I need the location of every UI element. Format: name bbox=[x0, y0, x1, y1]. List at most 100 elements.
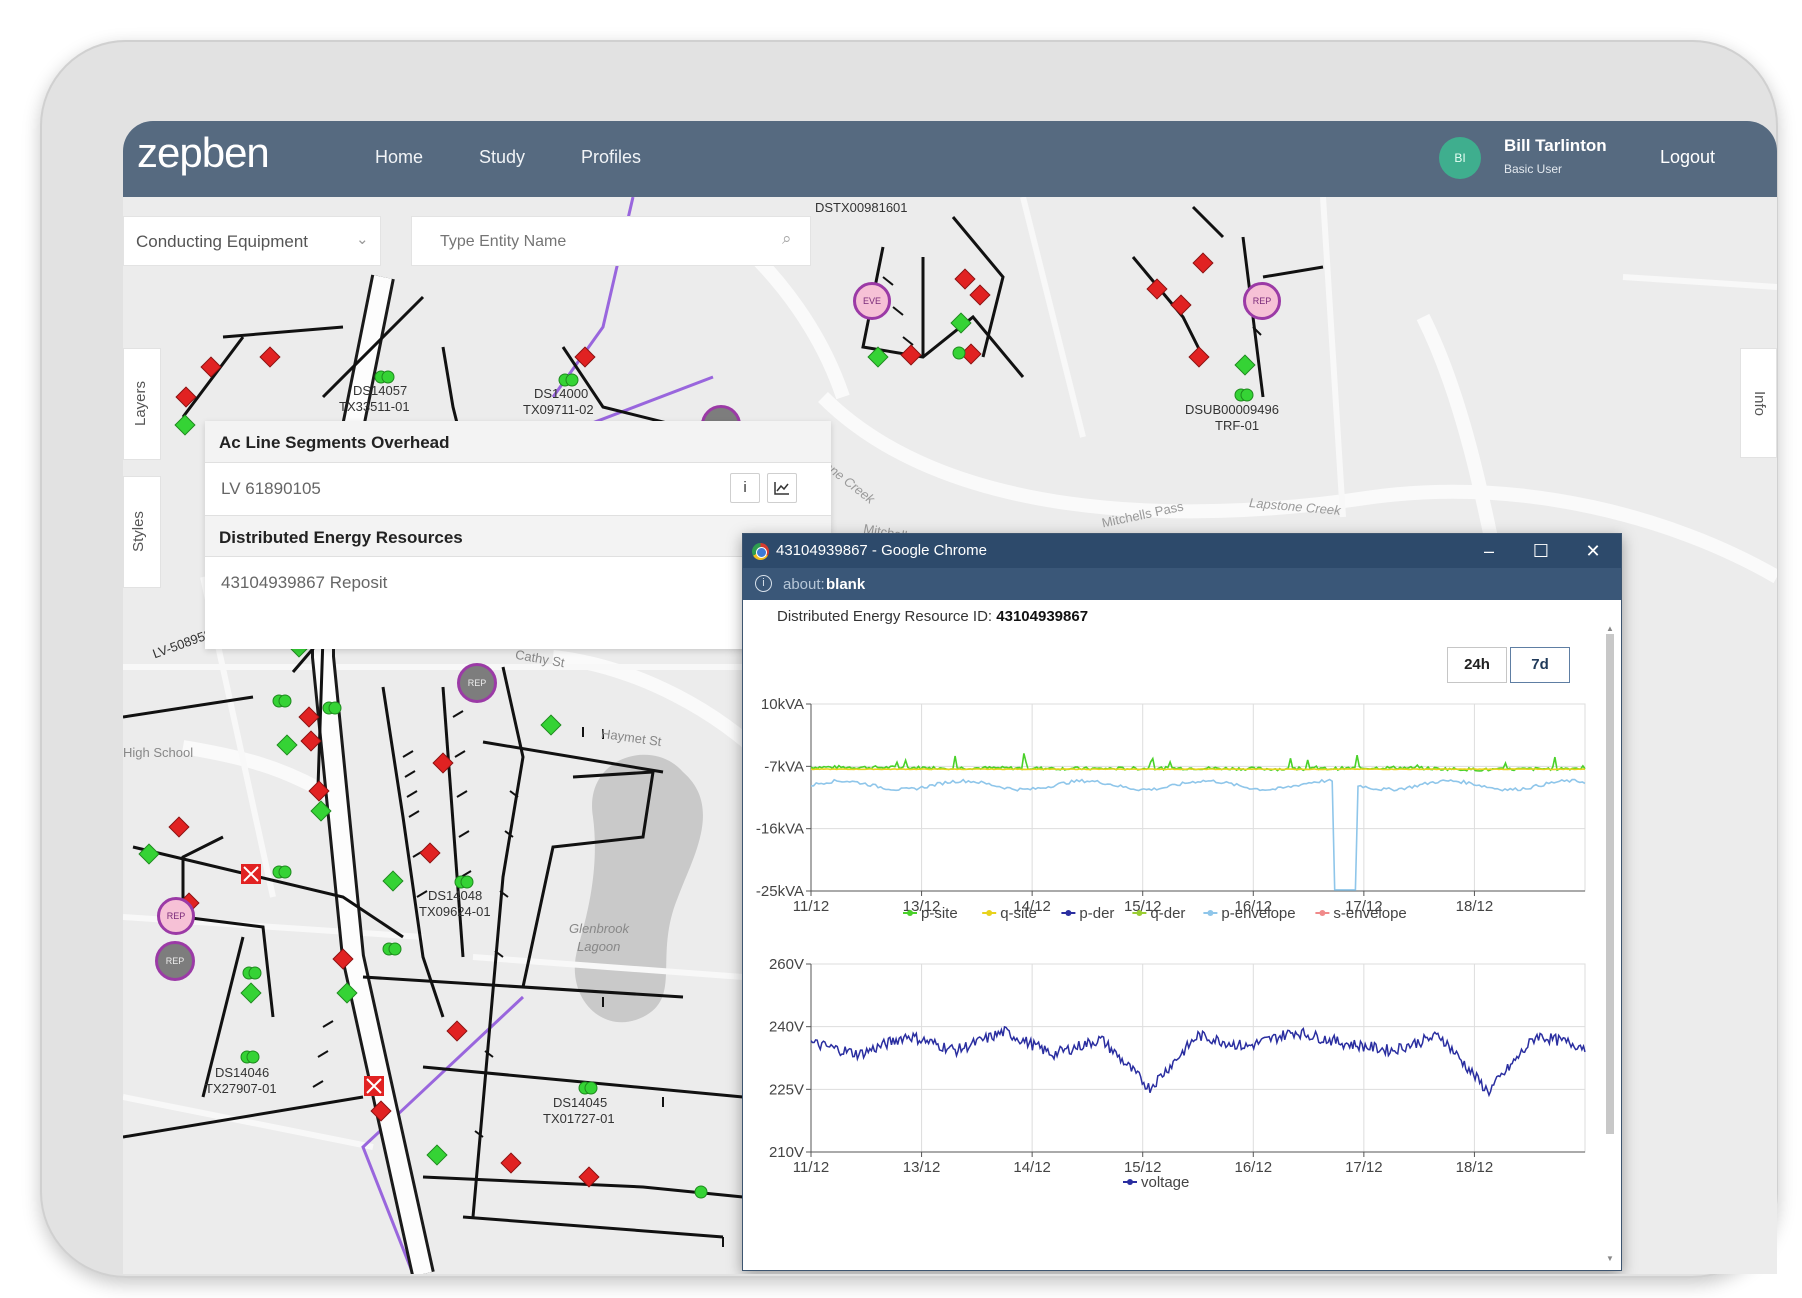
der-id-value: 43104939867 bbox=[996, 608, 1089, 625]
legend-marker bbox=[1127, 1179, 1133, 1185]
map-label: TX01727-01 bbox=[543, 1111, 615, 1126]
search-input[interactable] bbox=[440, 229, 760, 255]
scrollbar[interactable]: ▲ ▼ bbox=[1604, 624, 1616, 1266]
map-label: DS14046 bbox=[215, 1065, 270, 1080]
der-heading: Distributed Energy Resource ID: 43104939… bbox=[777, 608, 1088, 625]
rep-badge[interactable]: REP bbox=[155, 941, 195, 981]
nav-study[interactable]: Study bbox=[479, 147, 525, 168]
legend-label: q-der bbox=[1150, 905, 1185, 922]
info-button[interactable]: i bbox=[730, 473, 760, 503]
section-title: Distributed Energy Resources bbox=[219, 528, 463, 547]
close-button[interactable]: ✕ bbox=[1573, 537, 1613, 565]
map-label: DS14048 bbox=[428, 888, 483, 903]
zepben-logo[interactable]: zepben bbox=[137, 129, 270, 177]
y-tick-label: 10kVA bbox=[761, 696, 804, 713]
section-header: Distributed Energy Resources bbox=[205, 515, 831, 557]
map-label: TX09711-02 bbox=[523, 402, 594, 417]
range-24h-button[interactable]: 24h bbox=[1447, 647, 1507, 683]
legend-marker bbox=[1065, 910, 1072, 916]
legend-label: p-der bbox=[1079, 905, 1114, 922]
list-item[interactable]: 43104939867 Reposit bbox=[205, 557, 831, 607]
x-tick-label: 13/12 bbox=[903, 1159, 941, 1176]
user-name: Bill Tarlinton bbox=[1504, 136, 1607, 155]
app-screen: DSTX00981601 DS14057 TX33511-01 DS14000 … bbox=[123, 121, 1777, 1274]
map-label: TX27907-01 bbox=[205, 1081, 277, 1096]
der-id: 43104939867 Reposit bbox=[221, 573, 388, 592]
minimize-button[interactable]: – bbox=[1469, 537, 1509, 565]
map-label: Mitchells Pass bbox=[1100, 498, 1185, 531]
legend-marker bbox=[907, 910, 913, 916]
y-tick-label: -25kVA bbox=[756, 883, 804, 900]
window-title-bar[interactable]: 43104939867 - Google Chrome – ☐ ✕ bbox=[743, 534, 1621, 568]
url-page: blank bbox=[826, 576, 866, 593]
section-title: Ac Line Segments Overhead bbox=[219, 433, 450, 452]
nav-home[interactable]: Home bbox=[375, 147, 423, 168]
map-label: TRF-01 bbox=[1215, 418, 1260, 433]
map-label: DS14057 bbox=[353, 383, 408, 398]
tab-layers[interactable]: Layers bbox=[123, 348, 161, 460]
y-tick-label: 210V bbox=[769, 1144, 804, 1161]
top-navigation-bar: zepben Home Study Profiles BI Bill Tarli… bbox=[123, 121, 1777, 197]
rep-badge[interactable]: REP bbox=[1243, 282, 1281, 320]
y-tick-label: -7kVA bbox=[764, 758, 804, 775]
rep-badge[interactable]: REP bbox=[157, 897, 195, 935]
avatar[interactable]: BI bbox=[1439, 137, 1481, 179]
legend-label: p-site bbox=[921, 905, 958, 922]
list-item[interactable]: LV 61890105 i bbox=[205, 463, 831, 513]
legend-label: voltage bbox=[1141, 1174, 1189, 1191]
map-label: DSUB00009496 bbox=[1185, 402, 1279, 417]
map-label: Cathy St bbox=[514, 646, 566, 671]
section-header: Ac Line Segments Overhead bbox=[205, 421, 831, 463]
search-icon[interactable]: ⌕ bbox=[782, 229, 792, 249]
scrollbar-thumb[interactable] bbox=[1606, 634, 1614, 1134]
user-role: Basic User bbox=[1504, 162, 1563, 176]
q-site-series bbox=[810, 768, 1586, 771]
entity-type-value: Conducting Equipment bbox=[136, 232, 309, 251]
info-icon[interactable]: i bbox=[755, 575, 772, 592]
ev-badge[interactable]: EVE bbox=[853, 282, 891, 320]
map-label: TX33511-01 bbox=[339, 399, 410, 414]
address-bar[interactable]: i about: blank bbox=[743, 568, 1621, 600]
line-segment-id: LV 61890105 bbox=[221, 479, 321, 498]
line-chart-icon bbox=[774, 482, 789, 495]
legend-label: s-envelope bbox=[1333, 905, 1406, 922]
x-tick-label: 17/12 bbox=[1345, 1159, 1383, 1176]
y-tick-label: 225V bbox=[769, 1081, 804, 1098]
map-label: DS14045 bbox=[553, 1095, 608, 1110]
entity-type-dropdown[interactable]: Conducting Equipment ⌄ bbox=[123, 216, 381, 266]
logout-link[interactable]: Logout bbox=[1660, 147, 1715, 168]
y-tick-label: -16kVA bbox=[756, 821, 804, 838]
legend-marker bbox=[1319, 910, 1326, 916]
nav-profiles[interactable]: Profiles bbox=[581, 147, 641, 168]
x-tick-label: 16/12 bbox=[1235, 1159, 1273, 1176]
window-title: 43104939867 - Google Chrome bbox=[776, 542, 987, 559]
map-label: Haymet St bbox=[600, 725, 663, 750]
plot-area bbox=[810, 963, 1586, 1153]
tab-styles[interactable]: Styles bbox=[123, 476, 161, 588]
entity-search[interactable]: ⌕ bbox=[411, 216, 811, 266]
maximize-button[interactable]: ☐ bbox=[1521, 537, 1561, 565]
chrome-icon bbox=[752, 543, 769, 560]
tab-info-label: Info bbox=[1751, 390, 1769, 417]
rep-badge[interactable]: REP bbox=[457, 663, 497, 703]
power-chart[interactable]: 11/12 13/12 14/12 15/12 16/12 17/12 18/1210kVA… bbox=[743, 684, 1603, 944]
voltage-chart[interactable]: 11/12 13/12 14/12 15/12 16/12 17/12 18/12260V2… bbox=[743, 944, 1603, 1272]
map-label: DSTX00981601 bbox=[815, 200, 908, 215]
x-tick-label: 11/12 bbox=[793, 898, 829, 915]
x-tick-label: 11/12 bbox=[793, 1159, 829, 1176]
x-tick-label: 14/12 bbox=[1013, 1159, 1051, 1176]
x-tick-label: 18/12 bbox=[1456, 1159, 1494, 1176]
legend-marker bbox=[986, 910, 993, 916]
selection-info-panel: Ac Line Segments Overhead LV 61890105 i … bbox=[205, 421, 831, 649]
chart-button[interactable] bbox=[767, 473, 797, 503]
scroll-down-icon[interactable]: ▼ bbox=[1606, 1254, 1614, 1263]
der-label: Distributed Energy Resource ID: bbox=[777, 608, 997, 625]
legend-label: q-site bbox=[1000, 905, 1037, 922]
range-7d-button[interactable]: 7d bbox=[1510, 647, 1570, 683]
scroll-up-icon[interactable]: ▲ bbox=[1606, 624, 1614, 633]
url-scheme: about: bbox=[783, 576, 825, 593]
tab-info[interactable]: Info bbox=[1740, 348, 1777, 458]
legend-marker bbox=[1207, 910, 1214, 916]
legend-label: p-envelope bbox=[1221, 905, 1295, 922]
map-label: High School bbox=[123, 745, 194, 760]
